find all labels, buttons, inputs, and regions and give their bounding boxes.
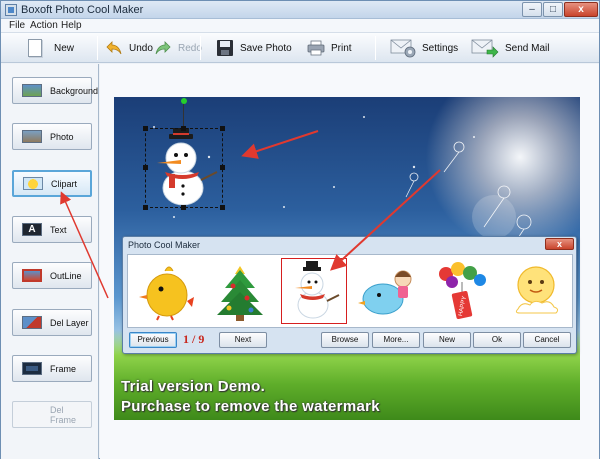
send-mail-button[interactable]: Send Mail — [471, 36, 549, 60]
sidebar-item-text[interactable]: A Text — [12, 216, 92, 243]
undo-icon — [105, 40, 123, 56]
clipart-item[interactable] — [503, 258, 569, 324]
sidebar-item-frame[interactable]: Frame — [12, 355, 92, 382]
bird-girl-icon — [358, 270, 412, 315]
new-document-icon — [28, 39, 42, 57]
menu-bar: File Action Help — [1, 19, 599, 33]
settings-envelope-icon — [390, 38, 416, 58]
next-button[interactable]: Next — [219, 332, 267, 348]
previous-button[interactable]: Previous — [129, 332, 177, 348]
clipart-gallery: HAPPY — [127, 254, 573, 328]
more-button[interactable]: More... — [372, 332, 420, 348]
save-photo-label: Save Photo — [240, 42, 292, 54]
settings-button[interactable]: Settings — [390, 36, 458, 60]
redo-label: Redo — [178, 42, 202, 54]
sun-icon — [515, 266, 559, 314]
chick-icon — [139, 266, 194, 321]
delete-layer-icon — [22, 316, 42, 329]
clipart-item[interactable] — [355, 258, 421, 324]
clipart-item-selected[interactable] — [281, 258, 347, 324]
new-button[interactable]: New — [28, 36, 74, 60]
christmas-tree-icon — [217, 266, 263, 321]
send-mail-icon — [471, 38, 499, 58]
resize-handle[interactable] — [143, 205, 148, 210]
toolbar: New Undo Redo Save Photo Print Settings … — [1, 33, 599, 63]
sidebar-item-label: Del Frame — [50, 404, 77, 425]
selection-box — [145, 128, 223, 208]
sidebar-item-label: Photo — [50, 131, 74, 142]
minimize-button[interactable]: – — [522, 2, 542, 17]
sidebar-item-label: Background — [50, 85, 99, 96]
resize-handle[interactable] — [181, 205, 186, 210]
toolbar-separator — [97, 36, 98, 60]
save-photo-button[interactable]: Save Photo — [216, 36, 292, 60]
delete-frame-icon — [22, 408, 42, 421]
resize-handle[interactable] — [143, 126, 148, 131]
sidebar-item-label: Del Layer — [50, 317, 89, 328]
resize-handle[interactable] — [220, 165, 225, 170]
clipart-item[interactable] — [207, 258, 273, 324]
print-button[interactable]: Print — [307, 36, 352, 60]
resize-handle[interactable] — [220, 205, 225, 210]
browse-button[interactable]: Browse — [321, 332, 369, 348]
cancel-button[interactable]: Cancel — [523, 332, 571, 348]
photo-icon — [22, 130, 42, 143]
clipart-item[interactable] — [133, 258, 199, 324]
toolbar-separator — [200, 36, 201, 60]
menu-action[interactable]: Action — [30, 20, 58, 31]
redo-icon — [154, 40, 172, 56]
menu-help[interactable]: Help — [61, 20, 82, 31]
dialog-title: Photo Cool Maker — [128, 240, 201, 250]
clipart-icon — [23, 177, 43, 190]
sidebar-item-label: Frame — [50, 363, 77, 374]
text-icon: A — [22, 223, 42, 236]
background-icon — [22, 84, 42, 97]
settings-label: Settings — [422, 42, 459, 54]
new-label: New — [54, 42, 75, 54]
sidebar-item-clipart[interactable]: Clipart — [12, 170, 92, 197]
undo-button[interactable]: Undo — [105, 36, 153, 60]
sidebar-item-background[interactable]: Background — [12, 77, 98, 104]
clipart-item[interactable]: HAPPY — [429, 258, 495, 324]
app-icon — [5, 4, 17, 16]
ok-button[interactable]: Ok — [473, 332, 521, 348]
dialog-close-button[interactable]: x — [545, 238, 574, 250]
redo-button[interactable]: Redo — [154, 36, 202, 60]
sidebar-item-label: Text — [50, 224, 67, 235]
rotation-line — [183, 103, 184, 128]
resize-handle[interactable] — [143, 165, 148, 170]
title-bar: Boxoft Photo Cool Maker – □ x — [1, 1, 599, 19]
page-indicator: 1 / 9 — [183, 332, 205, 346]
rotation-handle[interactable] — [181, 98, 187, 104]
watermark-line-1: Trial version Demo. — [121, 378, 266, 395]
maximize-button[interactable]: □ — [543, 2, 563, 17]
frame-icon — [22, 362, 42, 375]
resize-handle[interactable] — [220, 126, 225, 131]
undo-label: Undo — [129, 42, 153, 54]
sidebar-item-del-frame[interactable]: Del Frame — [12, 401, 92, 428]
printer-icon — [307, 40, 325, 56]
toolbar-separator — [375, 36, 376, 60]
sidebar-item-outline[interactable]: OutLine — [12, 262, 92, 289]
sidebar-item-label: OutLine — [50, 270, 82, 281]
watermark-line-2: Purchase to remove the watermark — [121, 398, 380, 415]
menu-file[interactable]: File — [9, 20, 25, 31]
clipart-dialog: Photo Cool Maker x HAPPY Previous 1 / 9 … — [122, 236, 577, 354]
resize-handle[interactable] — [181, 126, 186, 131]
sidebar-item-label: Clipart — [51, 178, 78, 189]
balloons-icon: HAPPY — [439, 262, 486, 320]
window-title: Boxoft Photo Cool Maker — [21, 4, 144, 16]
close-button[interactable]: x — [564, 2, 598, 17]
send-mail-label: Send Mail — [505, 42, 550, 54]
floppy-disk-icon — [216, 39, 234, 57]
print-label: Print — [331, 42, 352, 54]
outline-icon — [22, 269, 42, 282]
snowman-icon — [295, 261, 340, 319]
left-panel: Background Photo Clipart A Text OutLine … — [1, 64, 99, 459]
dialog-new-button[interactable]: New — [423, 332, 471, 348]
sidebar-item-del-layer[interactable]: Del Layer — [12, 309, 92, 336]
sidebar-item-photo[interactable]: Photo — [12, 123, 92, 150]
